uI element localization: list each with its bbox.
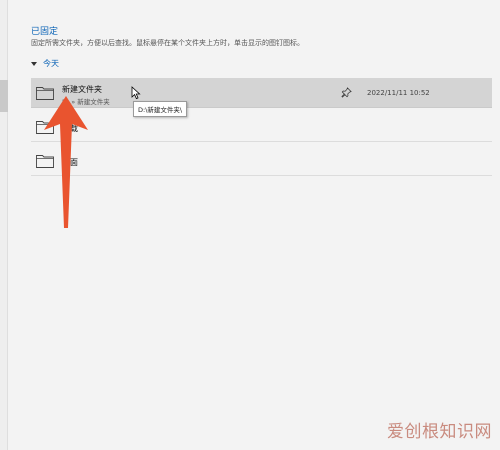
mouse-cursor-icon bbox=[131, 86, 141, 100]
pinned-section-description: 固定所需文件夹，方便以后查找。鼠标悬停在某个文件夹上方时，单击显示的图钉图标。 bbox=[31, 39, 304, 47]
chevron-down-icon bbox=[31, 61, 37, 66]
pinned-section-title: 已固定 bbox=[31, 27, 59, 37]
recent-folder-row-new-folder[interactable]: 新建文件夹 D: » 新建文件夹 2022/11/11 10:52 bbox=[31, 78, 492, 108]
folder-name: 新建文件夹 bbox=[62, 85, 102, 94]
group-header-label: 今天 bbox=[43, 59, 59, 68]
group-header-today[interactable]: 今天 bbox=[31, 58, 59, 69]
navigation-pane-selected-item[interactable] bbox=[0, 80, 8, 112]
path-tooltip: D:\新建文件夹\ bbox=[133, 101, 188, 117]
navigation-pane-edge[interactable] bbox=[0, 0, 8, 450]
recent-folder-row-desktop[interactable]: 桌面 bbox=[31, 146, 492, 176]
pin-icon[interactable] bbox=[341, 87, 352, 98]
red-arrow-annotation bbox=[44, 96, 88, 228]
watermark-logo: 爱创根知识网 bbox=[387, 417, 492, 442]
watermark-text: 爱创根知识网 bbox=[387, 422, 492, 442]
modified-date: 2022/11/11 10:52 bbox=[367, 89, 430, 97]
recent-folder-row-downloads[interactable]: 下载 bbox=[31, 112, 492, 142]
